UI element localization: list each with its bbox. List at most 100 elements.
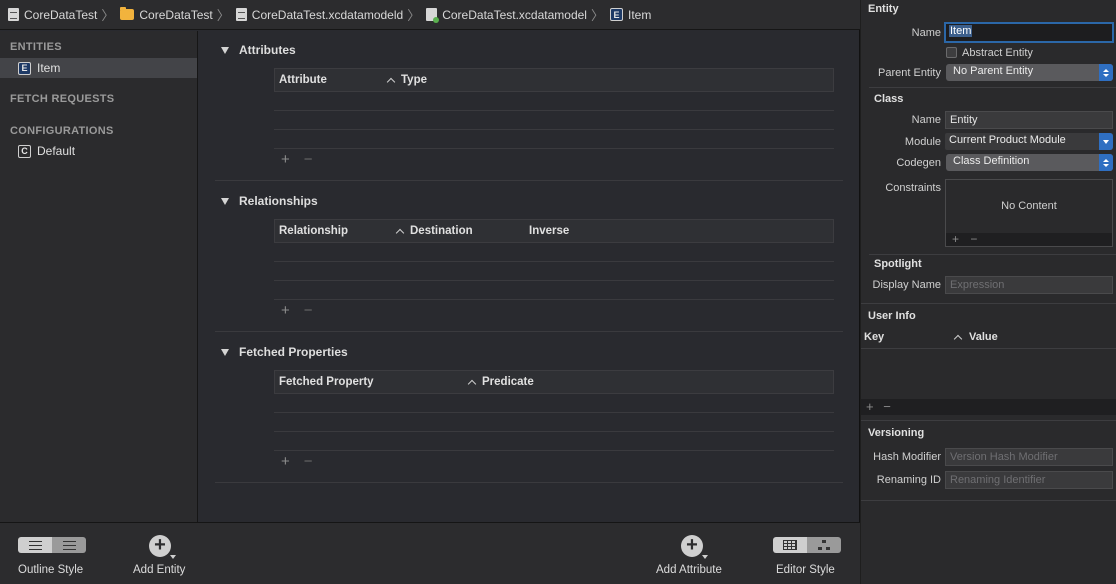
outline-style-segmented-control: [18, 537, 86, 553]
add-attribute-plus-icon[interactable]: +: [281, 151, 290, 168]
entity-name-field[interactable]: Item: [944, 22, 1114, 43]
outline-entity-item[interactable]: E Item: [0, 58, 197, 78]
project-file-icon: [8, 8, 19, 21]
class-name-field[interactable]: Entity: [945, 111, 1113, 129]
jump-bar: CoreDataTest 〉 CoreDataTest 〉 CoreDataTe…: [0, 0, 860, 30]
display-name-label: Display Name: [872, 279, 941, 291]
remove-relationship-minus-icon[interactable]: −: [304, 302, 313, 319]
attributes-section-toggle[interactable]: Attributes: [221, 43, 296, 57]
add-attribute-button[interactable]: +: [681, 535, 708, 559]
constraints-empty-text: No Content: [1001, 200, 1057, 212]
disclosure-triangle-icon: [221, 46, 229, 54]
codegen-label: Codegen: [896, 157, 941, 169]
entity-name-value: Item: [949, 25, 973, 37]
hash-modifier-label: Hash Modifier: [873, 451, 941, 463]
fetched-properties-section-toggle[interactable]: Fetched Properties: [221, 345, 348, 359]
table-row: [274, 243, 834, 262]
constraints-list[interactable]: No Content + −: [945, 179, 1113, 247]
column-header-destination[interactable]: Destination: [410, 225, 473, 237]
breadcrumb-label: CoreDataTest.xcdatamodel: [442, 7, 587, 22]
editor-bottom-bar: Outline Style + Add Entity + Add Attribu…: [0, 522, 860, 584]
table-icon: [783, 540, 797, 550]
renaming-id-field[interactable]: Renaming Identifier: [945, 471, 1113, 489]
display-name-field[interactable]: Expression: [945, 276, 1113, 294]
add-entity-label: Add Entity: [133, 564, 186, 576]
entity-content: Attributes Attribute Type + − Relationsh…: [199, 31, 859, 522]
column-header-inverse[interactable]: Inverse: [529, 225, 569, 237]
breadcrumb-project[interactable]: CoreDataTest: [8, 8, 97, 22]
class-name-label: Name: [911, 114, 941, 126]
abstract-entity-label: Abstract Entity: [962, 47, 1033, 59]
add-user-info-plus-icon[interactable]: +: [866, 399, 874, 414]
remove-attribute-minus-icon[interactable]: −: [304, 151, 313, 168]
class-section-header: Class: [874, 93, 904, 105]
column-header-predicate[interactable]: Predicate: [482, 376, 534, 388]
remove-fetched-property-minus-icon[interactable]: −: [304, 453, 313, 470]
sort-ascending-icon: [386, 77, 396, 87]
column-header-type[interactable]: Type: [401, 74, 427, 86]
breadcrumb-folder[interactable]: CoreDataTest: [120, 7, 213, 22]
hash-modifier-field[interactable]: Version Hash Modifier: [945, 448, 1113, 466]
plus-icon: +: [154, 534, 166, 556]
attributes-table: Attribute Type: [274, 68, 834, 149]
column-header-attribute[interactable]: Attribute: [279, 74, 327, 86]
add-relationship-plus-icon[interactable]: +: [281, 302, 290, 319]
class-name-value: Entity: [950, 114, 978, 126]
section-divider: [861, 420, 1116, 421]
parent-entity-popup[interactable]: No Parent Entity: [946, 64, 1113, 81]
parent-entity-value: No Parent Entity: [953, 65, 1034, 77]
outline-entity-label: Item: [37, 61, 61, 75]
fetched-properties-table-header: Fetched Property Predicate: [274, 370, 834, 394]
attributes-title: Attributes: [239, 43, 296, 57]
data-model-inspector: Entity Name Item Abstract Entity Parent …: [861, 0, 1116, 584]
breadcrumb-xcdatamodel[interactable]: CoreDataTest.xcdatamodel: [426, 7, 587, 23]
entity-icon: E: [609, 8, 623, 21]
abstract-entity-checkbox[interactable]: [946, 47, 957, 58]
section-divider: [215, 180, 843, 181]
module-combo-box[interactable]: Current Product Module: [945, 133, 1113, 150]
entities-header: ENTITIES: [10, 41, 62, 53]
outline-pane: ENTITIES E Item FETCH REQUESTS CONFIGURA…: [0, 31, 198, 522]
breadcrumb-entity[interactable]: E Item: [609, 8, 651, 22]
graph-icon: [818, 540, 830, 550]
remove-constraint-minus-icon[interactable]: −: [970, 232, 977, 246]
editor-style-table-button[interactable]: [773, 537, 807, 553]
user-info-table-header: Key Value: [861, 329, 1116, 349]
module-value: Current Product Module: [949, 134, 1066, 146]
list-icon: [28, 540, 42, 550]
section-divider: [869, 254, 1116, 255]
relationships-section-toggle[interactable]: Relationships: [221, 194, 318, 208]
remove-user-info-minus-icon[interactable]: −: [883, 399, 891, 414]
model-bundle-icon: [235, 8, 247, 21]
column-header-key[interactable]: Key: [864, 331, 884, 343]
table-row: [274, 281, 834, 300]
module-label: Module: [904, 136, 941, 148]
add-entity-button[interactable]: +: [149, 534, 176, 559]
outline-configuration-label: Default: [37, 144, 76, 158]
breadcrumb-separator-icon: 〉: [407, 8, 421, 23]
add-fetched-property-plus-icon[interactable]: +: [281, 453, 290, 470]
attributes-add-remove: + −: [281, 151, 313, 168]
outline-style-hierarchical-button[interactable]: [52, 537, 86, 553]
codegen-popup[interactable]: Class Definition: [946, 154, 1113, 171]
add-constraint-plus-icon[interactable]: +: [952, 232, 959, 246]
display-name-placeholder: Expression: [950, 279, 1005, 291]
fetched-properties-add-remove: + −: [281, 453, 313, 470]
spotlight-section-header: Spotlight: [874, 258, 922, 270]
table-row: [274, 92, 834, 111]
column-header-fetched-property[interactable]: Fetched Property: [279, 376, 374, 388]
table-row: [274, 432, 834, 451]
section-divider: [215, 331, 843, 332]
outline-configuration-item[interactable]: C Default: [0, 141, 197, 161]
editor-style-segmented-control: [773, 537, 841, 553]
section-divider: [215, 482, 843, 483]
breadcrumb-xcdatamodeld[interactable]: CoreDataTest.xcdatamodeld: [235, 7, 404, 22]
editor-style-graph-button[interactable]: [807, 537, 841, 553]
fetched-properties-title: Fetched Properties: [239, 345, 348, 359]
sort-ascending-icon: [467, 379, 477, 389]
entity-name-label: Name: [911, 27, 941, 39]
breadcrumb-label: CoreDataTest.xcdatamodeld: [251, 7, 404, 22]
outline-style-flat-button[interactable]: [18, 537, 52, 553]
column-header-relationship[interactable]: Relationship: [279, 225, 348, 237]
column-header-value[interactable]: Value: [969, 331, 998, 343]
